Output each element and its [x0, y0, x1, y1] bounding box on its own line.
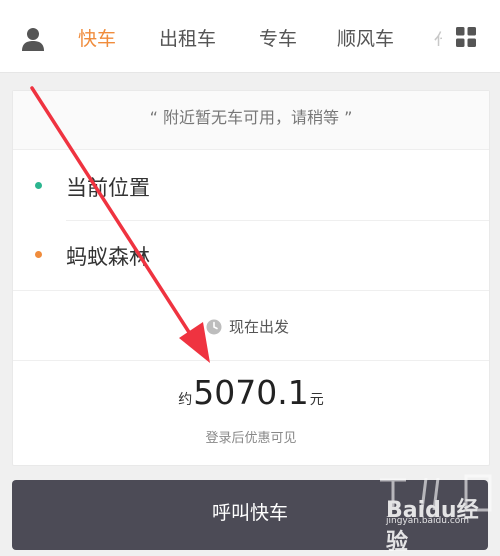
tab-taxi[interactable]: 出租车: [159, 24, 216, 51]
discount-note[interactable]: 登录后优惠可见: [13, 427, 489, 446]
depart-time-label[interactable]: 现在出发: [229, 316, 289, 337]
booking-card: “ 附近暂无车可用，请稍等 ” 当前位置 蚂蚁森林 现在出发 约5070.1元 …: [12, 90, 490, 466]
pickup-row[interactable]: 当前位置: [13, 150, 489, 220]
tab-express[interactable]: 快车: [78, 24, 116, 51]
price-estimate: 约5070.1元: [13, 373, 489, 412]
call-button-label: 呼叫快车: [211, 502, 288, 524]
tab-hitch[interactable]: 顺风车: [337, 24, 394, 51]
price-prefix: 约: [178, 392, 193, 408]
baidu-jingyan-watermark: Baidu经验 jingyan.baidu.com: [376, 470, 500, 555]
tab-premier[interactable]: 专车: [259, 24, 297, 51]
tab-overflow[interactable]: 代: [434, 26, 442, 46]
top-navigation-bar: 快车 出租车 专车 顺风车 代: [0, 0, 500, 73]
profile-icon[interactable]: [18, 24, 48, 54]
price-amount: 5070.1: [193, 373, 309, 412]
watermark-subtext: jingyan.baidu.com: [386, 516, 470, 526]
grid-menu-icon[interactable]: [456, 27, 476, 47]
pickup-dot-icon: [35, 182, 42, 189]
depart-time-row[interactable]: 现在出发: [13, 291, 489, 361]
price-unit: 元: [309, 392, 324, 408]
destination-row[interactable]: 蚂蚁森林: [13, 221, 489, 291]
destination-dot-icon: [35, 251, 42, 258]
destination-location[interactable]: 蚂蚁森林: [66, 241, 150, 271]
pickup-location[interactable]: 当前位置: [66, 172, 150, 202]
clock-icon: [206, 319, 222, 335]
availability-notice: “ 附近暂无车可用，请稍等 ”: [13, 91, 489, 150]
divider: [13, 360, 489, 361]
